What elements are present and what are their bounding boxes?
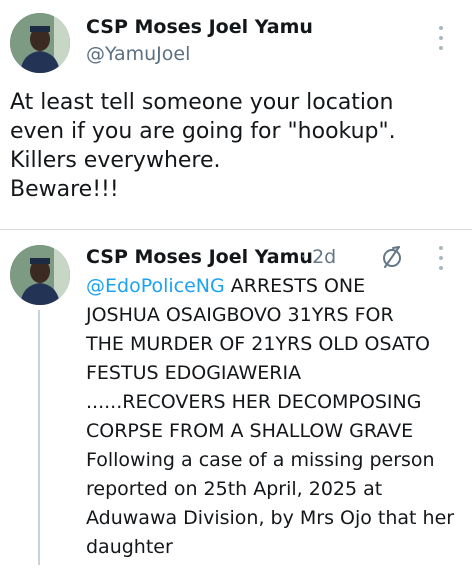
tweet-text-fragment: ARRESTS ONE <box>224 275 366 297</box>
quoted-tweet-avatar[interactable] <box>10 245 70 305</box>
tweet-text-line: even if you are going for "hookup". <box>10 119 396 144</box>
tweet-text-line: Aduwawa Division, by Mrs Ojo that her <box>86 507 455 529</box>
tweet-text-line: Following a case of a missing person <box>86 449 435 471</box>
main-tweet-avatar[interactable] <box>10 13 70 73</box>
tweet-text-line: @EdoPoliceNG ARRESTS ONE <box>86 272 466 301</box>
tweet-text-line: FESTUS EDOGIAWERIA <box>86 362 302 384</box>
tweet-text-line: reported on 25th April, 2025 at <box>86 478 383 500</box>
tweet-text-line: daughter <box>86 536 173 558</box>
quoted-tweet-timestamp[interactable]: · 2d <box>300 246 336 268</box>
tweet-text-line: Beware!!! <box>10 177 119 202</box>
thread-line <box>38 310 40 565</box>
tweet-text-line: THE MURDER OF 21YRS OLD OSATO <box>86 333 430 355</box>
tweet-text-line: At least tell someone your location <box>10 90 394 115</box>
retweet-icon[interactable] <box>380 245 404 269</box>
quoted-tweet-author-name[interactable]: CSP Moses Joel Yamu <box>86 246 313 268</box>
main-tweet-text: At least tell someone your location even… <box>10 88 460 204</box>
main-tweet-author-name[interactable]: CSP Moses Joel Yamu <box>86 16 313 38</box>
tweet-text-line: JOSHUA OSAIGBOVO 31YRS FOR <box>86 304 394 326</box>
main-tweet-handle[interactable]: @YamuJoel <box>86 43 190 65</box>
mention-link[interactable]: @EdoPoliceNG <box>86 275 225 297</box>
quoted-tweet-text: @EdoPoliceNG ARRESTS ONE JOSHUA OSAIGBOV… <box>86 272 466 562</box>
tweet-text-line: CORPSE FROM A SHALLOW GRAVE <box>86 420 414 442</box>
more-vertical-icon[interactable] <box>437 246 445 270</box>
tweet-text-line: Killers everywhere. <box>10 148 221 173</box>
more-vertical-icon[interactable] <box>437 26 445 50</box>
tweet-text-line: ......RECOVERS HER DECOMPOSING <box>86 391 422 413</box>
divider <box>0 229 472 230</box>
